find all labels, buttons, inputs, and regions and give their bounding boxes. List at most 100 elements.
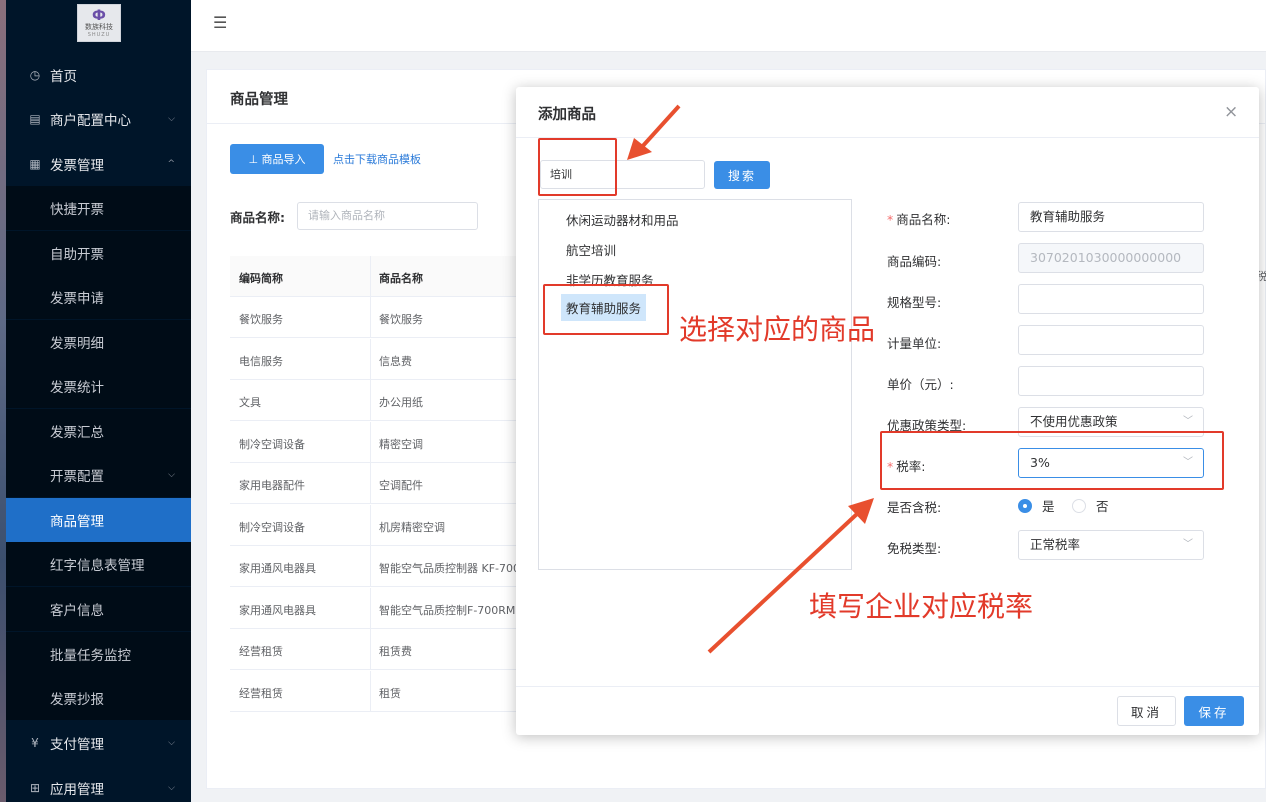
product-code-input: 3070201030000000000: [1018, 243, 1204, 273]
sidebar-item-label: 发票明细: [50, 336, 104, 352]
sidebar-item-label: 开票配置: [50, 469, 104, 485]
dashboard-icon: ◷: [29, 68, 41, 82]
divider: [370, 588, 371, 628]
sidebar-item-red-letter[interactable]: 红字信息表管理: [6, 542, 191, 586]
sidebar-item-merchant-config[interactable]: ▤ 商户配置中心 ⌵: [6, 97, 191, 141]
logo: Ф 数族科技 SHUZU: [77, 4, 121, 42]
sidebar-item-label: 商户配置中心: [50, 113, 131, 129]
radio-label: 是: [1042, 499, 1055, 514]
sidebar-item-invoice-report[interactable]: 发票抄报: [6, 676, 191, 720]
download-template-link[interactable]: 点击下载商品模板: [333, 151, 421, 167]
sidebar-item-payment[interactable]: ¥ 支付管理 ⌵: [6, 721, 191, 765]
logo-sub: SHUZU: [87, 31, 111, 38]
table-cell: 智能空气品质控制F-700RM: [379, 604, 516, 617]
table-cell: 经营租赁: [239, 687, 283, 700]
divider: [370, 671, 371, 711]
product-name-input[interactable]: 教育辅助服务: [1018, 202, 1204, 232]
table-cell: 机房精密空调: [379, 521, 445, 534]
table-row[interactable]: 餐饮服务 餐饮服务: [230, 297, 520, 338]
sidebar-item-self-invoice[interactable]: 自助开票: [6, 231, 191, 275]
divider: [370, 463, 371, 503]
annotation-text-fill-rate: 填写企业对应税率: [809, 590, 1034, 623]
table-cell: 办公用纸: [379, 396, 423, 409]
annotation-box-tax-rate: [880, 431, 1224, 490]
close-icon[interactable]: ×: [1224, 102, 1238, 122]
chevron-down-icon: ﹀: [1183, 539, 1193, 550]
sidebar-item-invoice-detail[interactable]: 发票明细: [6, 320, 191, 364]
dialog-title: 添加商品: [538, 107, 596, 123]
sidebar-item-invoice-config[interactable]: 开票配置 ⌵: [6, 453, 191, 497]
divider: [370, 339, 371, 379]
table-row[interactable]: 文具 办公用纸: [230, 380, 520, 421]
tax-included-label: 是否含税:: [887, 500, 942, 515]
search-button[interactable]: 搜索: [714, 161, 770, 189]
spec-label: 规格型号:: [887, 295, 942, 310]
sidebar-item-invoice-apply[interactable]: 发票申请: [6, 275, 191, 319]
add-product-dialog: 添加商品 × 培训 搜索 休闲运动器材和用品 航空培训 非学历教育服务 教育辅助…: [516, 87, 1259, 735]
table-row[interactable]: 制冷空调设备 精密空调: [230, 422, 520, 463]
unit-label: 计量单位:: [887, 336, 942, 351]
table-cell: 电信服务: [239, 355, 283, 368]
table-cell: 制冷空调设备: [239, 438, 305, 451]
import-products-button[interactable]: ⊥ 商品导入: [230, 144, 324, 174]
sidebar-item-label: 发票统计: [50, 380, 104, 396]
sidebar-item-label: 发票汇总: [50, 425, 104, 441]
table-cell: 餐饮服务: [379, 313, 423, 326]
column-header: 商品名称: [379, 272, 423, 285]
spec-input[interactable]: [1018, 284, 1204, 314]
table-row[interactable]: 经营租赁 租赁: [230, 671, 520, 712]
annotation-box-selected-item: [543, 284, 669, 335]
sidebar-item-label: 发票抄报: [50, 692, 104, 708]
sidebar-item-customer-info[interactable]: 客户信息: [6, 587, 191, 631]
table-row[interactable]: 制冷空调设备 机房精密空调: [230, 505, 520, 546]
tax-included-no-radio[interactable]: 否: [1072, 496, 1109, 515]
sidebar-item-quick-invoice[interactable]: 快捷开票: [6, 186, 191, 230]
sidebar-item-product-management[interactable]: 商品管理: [6, 498, 191, 542]
menu-toggle-icon[interactable]: ☰: [213, 13, 227, 32]
sidebar-item-batch-task[interactable]: 批量任务监控: [6, 632, 191, 676]
sidebar-item-home[interactable]: ◷ 首页: [6, 53, 191, 97]
sidebar-item-invoice-summary[interactable]: 发票汇总: [6, 409, 191, 453]
cancel-button[interactable]: 取消: [1117, 696, 1176, 726]
product-name-filter-input[interactable]: 请输入商品名称: [297, 202, 478, 230]
table-row[interactable]: 家用通风电器具 智能空气品质控制F-700RM: [230, 588, 520, 629]
save-button[interactable]: 保存: [1184, 696, 1244, 726]
sidebar-item-label: 红字信息表管理: [50, 558, 145, 574]
table-cell: 家用电器配件: [239, 479, 305, 492]
table-row[interactable]: 家用电器配件 空调配件: [230, 463, 520, 504]
exempt-type-label: 免税类型:: [887, 541, 942, 556]
chevron-down-icon: ⌵: [168, 470, 175, 480]
table-header-row: 编码简称 商品名称: [230, 256, 520, 297]
table-cell: 制冷空调设备: [239, 521, 305, 534]
product-name-label: * 商品名称:: [887, 212, 951, 227]
label-text: 商品名称:: [896, 212, 951, 227]
unit-input[interactable]: [1018, 325, 1204, 355]
price-input[interactable]: [1018, 366, 1204, 396]
tree-item[interactable]: 航空培训: [566, 240, 616, 259]
invoice-icon: ▦: [29, 157, 41, 171]
sidebar-item-label: 发票管理: [50, 158, 104, 174]
tree-item[interactable]: 休闲运动器材和用品: [566, 210, 679, 229]
table-row[interactable]: 家用通风电器具 智能空气品质控制器 KF-700: [230, 546, 520, 587]
table-row[interactable]: 经营租赁 租赁费: [230, 629, 520, 670]
chevron-up-icon: ^: [167, 159, 175, 169]
exempt-type-select[interactable]: 正常税率 ﹀: [1018, 530, 1204, 560]
sidebar: Ф 数族科技 SHUZU ◷ 首页 ▤ 商户配置中心 ⌵ ▦ 发票管理 ^ 快捷…: [6, 0, 191, 802]
table-row[interactable]: 电信服务 信息费: [230, 339, 520, 380]
tax-included-yes-radio[interactable]: 是: [1018, 496, 1055, 515]
document-icon: ▤: [29, 112, 41, 126]
sidebar-item-label: 批量任务监控: [50, 648, 131, 664]
sidebar-item-label: 快捷开票: [50, 202, 104, 218]
filter-label: 商品名称:: [230, 210, 285, 225]
sidebar-item-invoice-stats[interactable]: 发票统计: [6, 364, 191, 408]
sidebar-item-apps[interactable]: ⊞ 应用管理 ⌵: [6, 766, 191, 802]
divider: [370, 380, 371, 420]
divider: [370, 256, 371, 296]
logo-mark-icon: Ф: [92, 7, 106, 24]
sidebar-item-invoice-management[interactable]: ▦ 发票管理 ^: [6, 142, 191, 186]
table-cell: 精密空调: [379, 438, 423, 451]
divider: [370, 546, 371, 586]
annotation-box-search: [538, 138, 617, 196]
table-cell: 租赁: [379, 687, 401, 700]
sidebar-item-label: 支付管理: [50, 737, 104, 753]
